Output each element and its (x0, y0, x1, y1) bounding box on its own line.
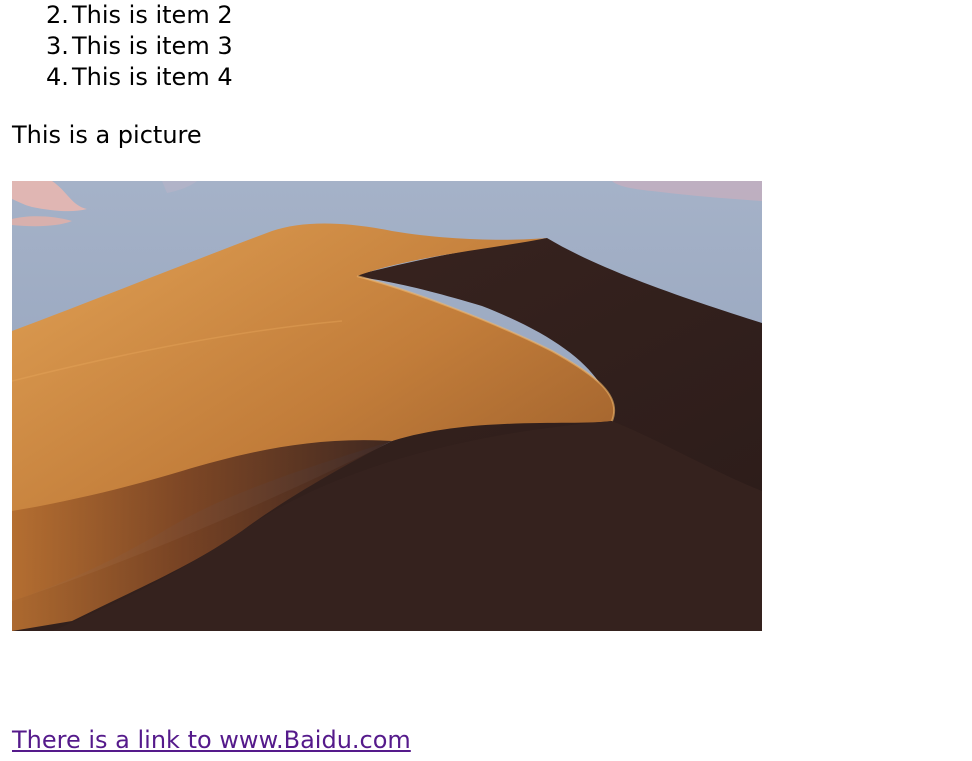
list-item-label: This is item 4 (72, 63, 233, 91)
list-item-number: 2. (46, 1, 69, 29)
desert-dune-image (12, 181, 762, 631)
picture-caption: This is a picture (12, 121, 202, 149)
list-item-label: This is item 3 (72, 32, 233, 60)
list-item-label: This is item 2 (72, 1, 233, 29)
list-item-4: 4. This is item 4 (0, 62, 233, 93)
baidu-link[interactable]: There is a link to www.Baidu.com (12, 725, 411, 756)
list-item-3: 3. This is item 3 (0, 31, 233, 62)
list-item-number: 3. (46, 32, 69, 60)
item-list: 2. This is item 2 3. This is item 3 4. T… (0, 0, 233, 93)
list-item-2: 2. This is item 2 (0, 0, 233, 31)
list-item-number: 4. (46, 63, 69, 91)
